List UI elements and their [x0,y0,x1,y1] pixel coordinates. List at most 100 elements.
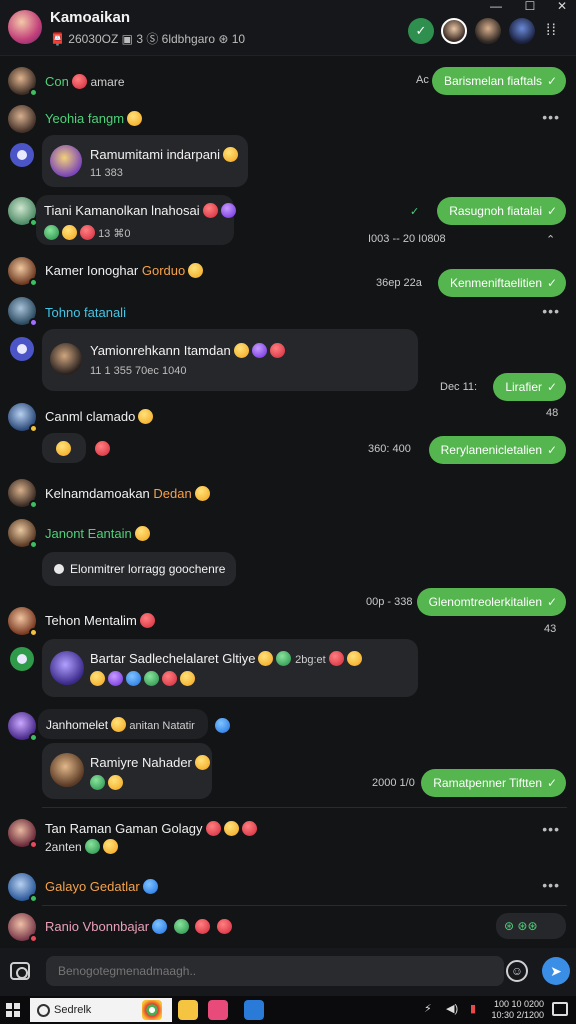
avatar[interactable] [8,607,38,637]
chat-app-icon[interactable] [208,1000,228,1020]
message-card[interactable]: Bartar Sadlechelalaret Gltiye 2bg:et [42,639,418,697]
emoji-icon [346,651,362,666]
divider [42,807,567,808]
emoji-icon[interactable] [215,718,230,733]
sent-message-bubble[interactable]: Ramatpenner Tiftten [421,769,566,797]
sender-name: Tan Raman Gaman Golagy [45,821,257,836]
avatar[interactable] [8,403,38,433]
message-time: 2000 1/0 [372,777,415,789]
message-card[interactable]: Ramumitami indarpani 11 383 [42,135,248,187]
system-clock[interactable]: 100 10 0200 10:30 2/1200 [490,999,544,1021]
sender-name-text: Janont Eantain [45,526,132,541]
volume-icon[interactable]: ◀) [446,1002,458,1015]
sent-message-bubble[interactable]: Rasugnoh fiatalai [437,197,566,225]
camera-icon[interactable] [10,962,30,980]
avatar[interactable] [8,819,38,849]
maximize-button[interactable]: ☐ [518,0,542,14]
message-card[interactable]: Tiani Kamanolkan lnahosai 13 ⌘0 [36,195,236,245]
message-list[interactable]: Con amare Ac Barismelan fiaftals Yeohia … [0,57,576,947]
emoji-icon [241,821,257,836]
battery-icon[interactable]: ▮ [470,1002,476,1015]
chat-title: Kamoaikan [50,9,131,26]
message-row: Tohno fatanali ••• [0,297,576,327]
sender-name: Con amare [45,74,125,89]
sender-name-text: Canml clamado [45,409,136,424]
emoji-icon [202,203,218,218]
more-icon[interactable]: ⁞⁞ [546,22,557,40]
sender-name: Galayo Gedatlar [45,879,158,894]
card-title: Ramumitami indarpani [90,147,239,162]
avatar[interactable] [8,913,38,943]
reaction-chip[interactable] [42,433,86,463]
contact-avatar[interactable] [509,18,535,44]
sender-name-text: Kamer Ionoghar [45,263,139,278]
contact-avatar[interactable] [441,18,467,44]
emoji-picker-icon[interactable]: ☺ [506,960,528,982]
avatar[interactable] [8,297,38,327]
card-title: Bartar Sadlechelalaret Gltiye 2bg:et [90,651,362,666]
reaction-chip[interactable]: ⊛ ⊛⊛ [496,913,566,939]
message-card[interactable]: Ramiyre Nahader [42,743,212,799]
card-title: Tiani Kamanolkan lnahosai [44,203,236,218]
network-icon[interactable]: ⚡ [424,1002,432,1015]
notification-icon[interactable] [552,1002,568,1016]
emoji-icon [328,651,344,666]
message-card[interactable]: Elonmitrer lorragg goochenre [42,552,236,586]
chrome-icon[interactable] [142,1000,162,1020]
avatar [50,145,82,177]
minimize-button[interactable]: — [484,0,508,14]
more-options-icon[interactable]: ••• [542,109,560,125]
chevron-up-icon[interactable]: ⌃ [546,233,555,246]
avatar[interactable] [8,712,38,742]
avatar[interactable] [8,67,38,97]
card-title-text: Yamionrehkann Itamdan [90,343,231,358]
more-options-icon[interactable]: ••• [542,303,560,319]
emoji-icon [80,225,95,240]
emoji-icon[interactable] [95,441,110,456]
check-icon[interactable]: ✓ [408,18,434,44]
avatar [50,343,82,375]
message-time: 36ep 22a [376,277,422,289]
avatar[interactable] [8,519,38,549]
clock-icon [54,564,64,574]
sent-message-bubble[interactable]: Lirafier [493,373,566,401]
emoji-icon [62,225,77,240]
avatar[interactable] [8,197,38,227]
message-card[interactable]: Janhomelet anitan Natatir [38,709,208,739]
message-input[interactable] [46,956,504,986]
emoji-icon [126,671,141,686]
reply-icon [10,337,34,361]
windows-start-icon[interactable] [6,1003,20,1017]
close-button[interactable]: ✕ [550,0,574,14]
contact-avatar[interactable] [475,18,501,44]
message-time: I003 -- 20 I0808 [368,233,446,245]
emoji-icon [56,441,71,456]
sender-tag: Gorduo [141,263,186,278]
emoji-icon [84,839,100,854]
sent-message-bubble[interactable]: Kenmeniftaelitien [437,269,566,297]
sent-message-bubble[interactable]: Rerylanenicletalien [428,436,566,464]
avatar[interactable] [8,105,36,133]
avatar[interactable] [8,257,38,287]
card-title: Yamionrehkann Itamdan [90,343,285,358]
file-explorer-icon[interactable] [178,1000,198,1020]
more-options-icon[interactable]: ••• [542,877,560,893]
sent-message-bubble[interactable]: Barismelan fiaftals [431,67,566,95]
message-row: Ranio Vbonnbajar ⊛ ⊛⊛ [0,913,576,943]
sender-name-text: Kelnamdamoakan [45,486,150,501]
emoji-icon [276,651,292,666]
chat-window: Kamoaikan 📮 26030OZ ▣ 3 Ⓢ 6ldbhgaro ⊛ 10… [0,0,576,1024]
avatar[interactable] [8,479,38,509]
app-icon[interactable] [244,1000,264,1020]
send-button[interactable]: ➤ [542,957,570,985]
message-row: Canml clamado [0,403,576,433]
message-row: Kelnamdamoakan Dedan [0,479,576,509]
message-time: Ac [416,74,429,86]
emoji-icon [220,203,236,218]
message-row: Galayo Gedatlar ••• [0,873,576,903]
clock-date: 10:30 2/1200 [491,1010,544,1020]
emoji-icon [142,879,158,894]
group-avatar[interactable] [8,10,42,44]
avatar[interactable] [8,873,38,903]
more-options-icon[interactable]: ••• [542,821,560,837]
